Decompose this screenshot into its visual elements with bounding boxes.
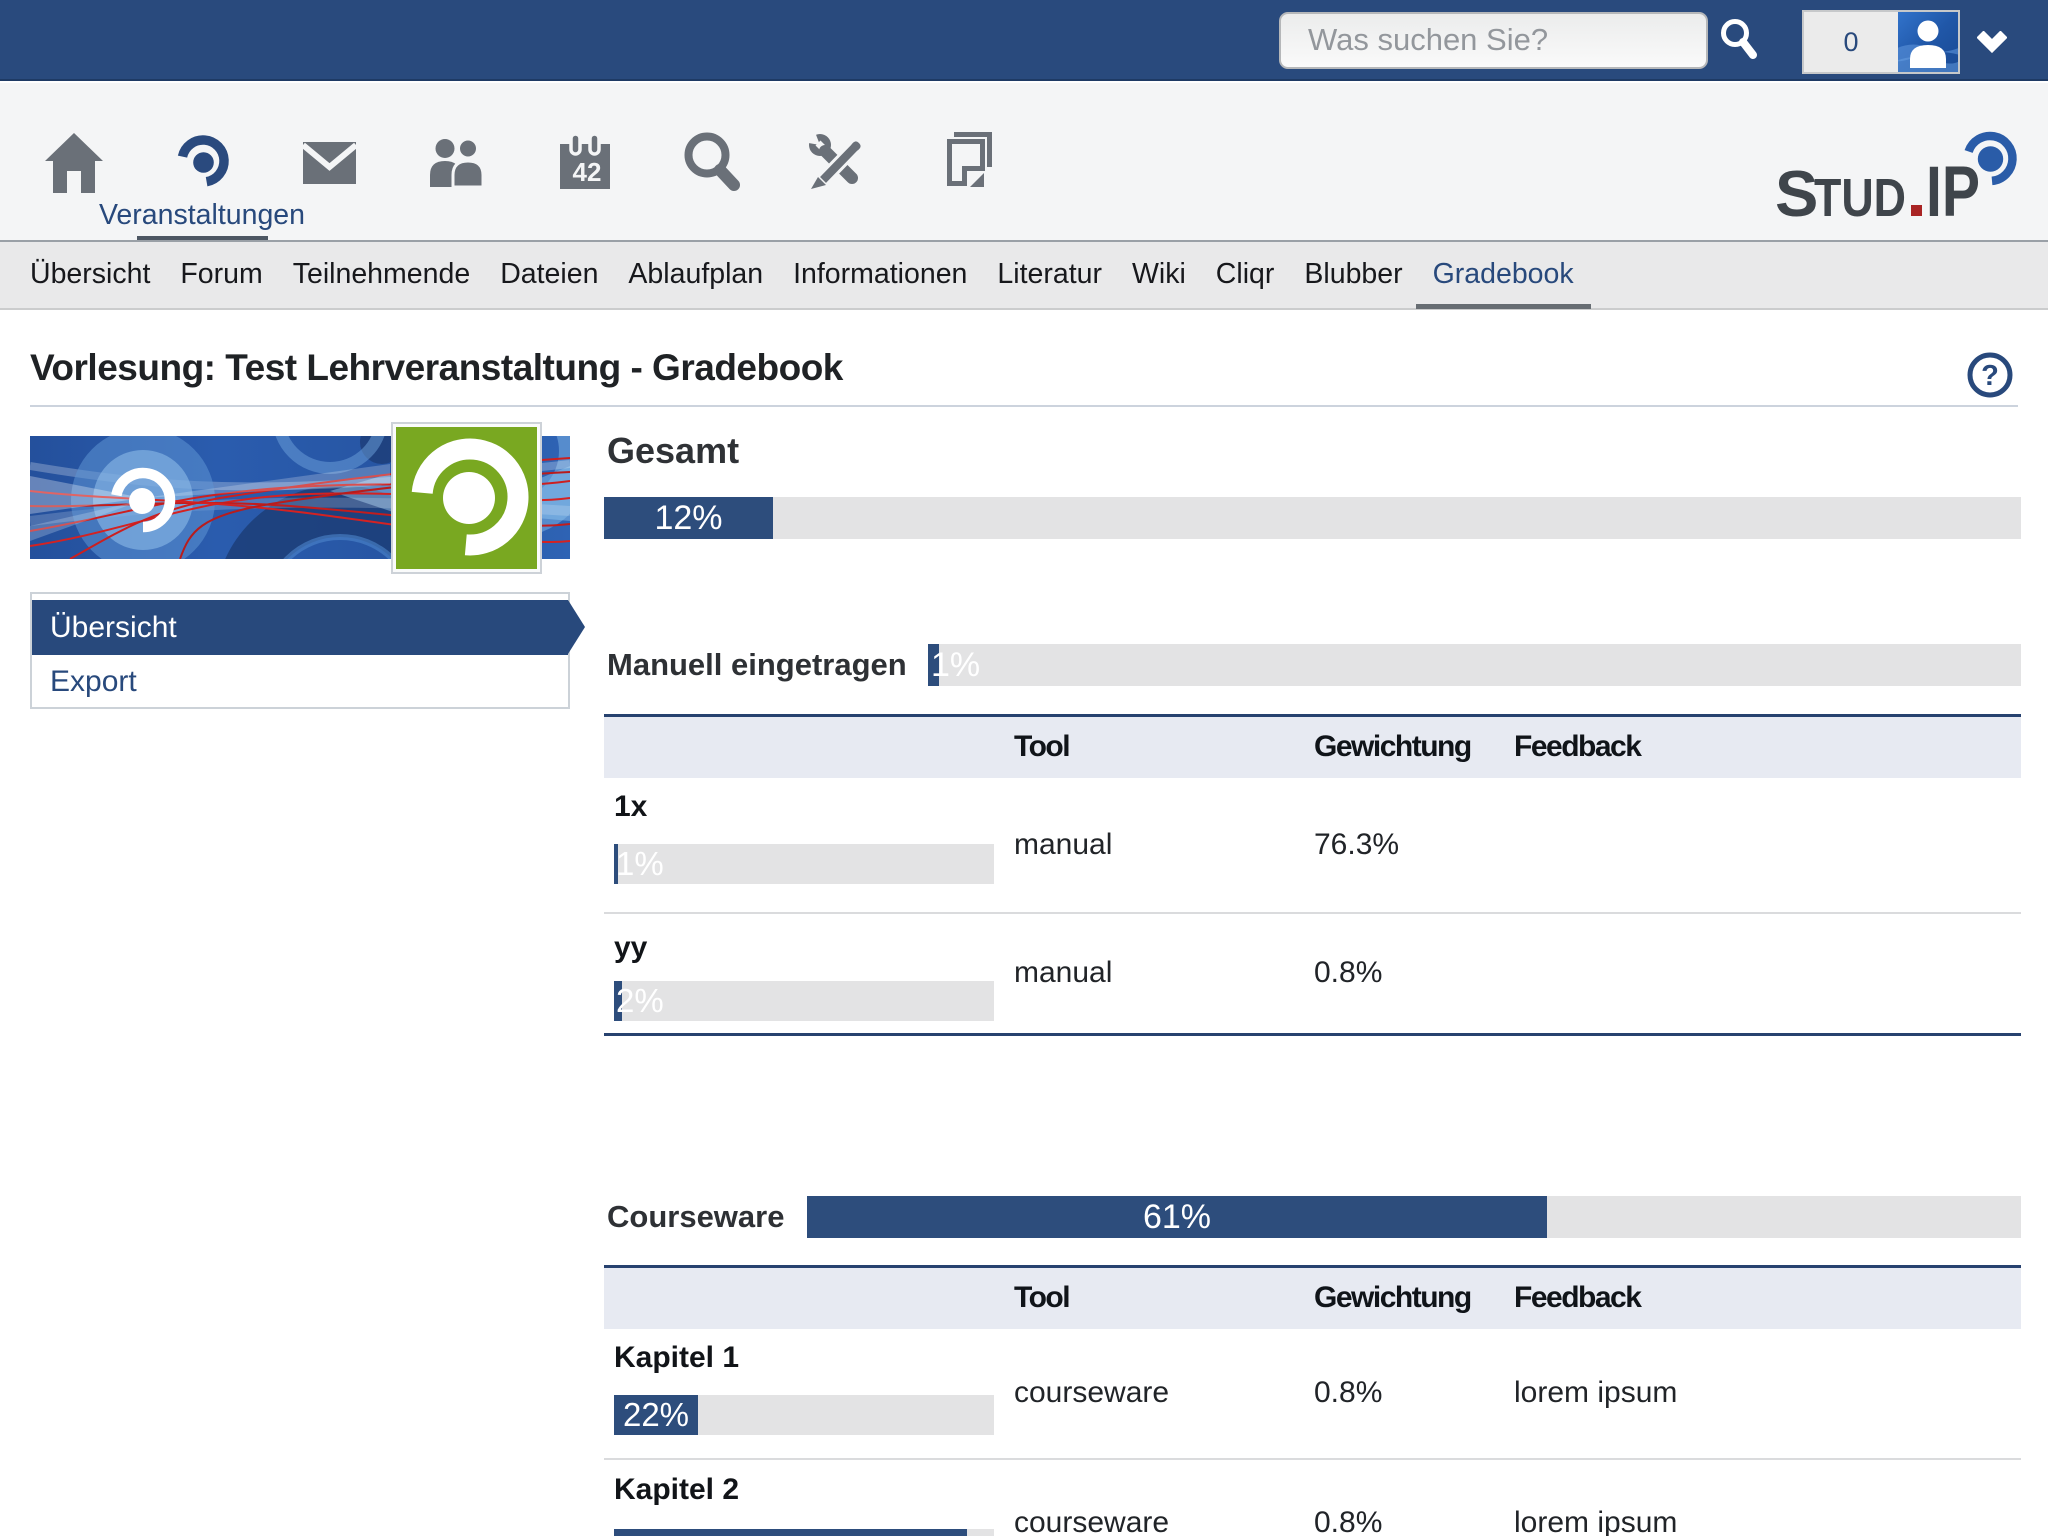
svg-text:42: 42 [573,157,602,187]
svg-text:TUD: TUD [1814,168,1906,228]
svg-text:S: S [1775,157,1818,230]
svg-text:IP: IP [1926,153,1980,232]
svg-text:?: ? [1981,360,1999,392]
